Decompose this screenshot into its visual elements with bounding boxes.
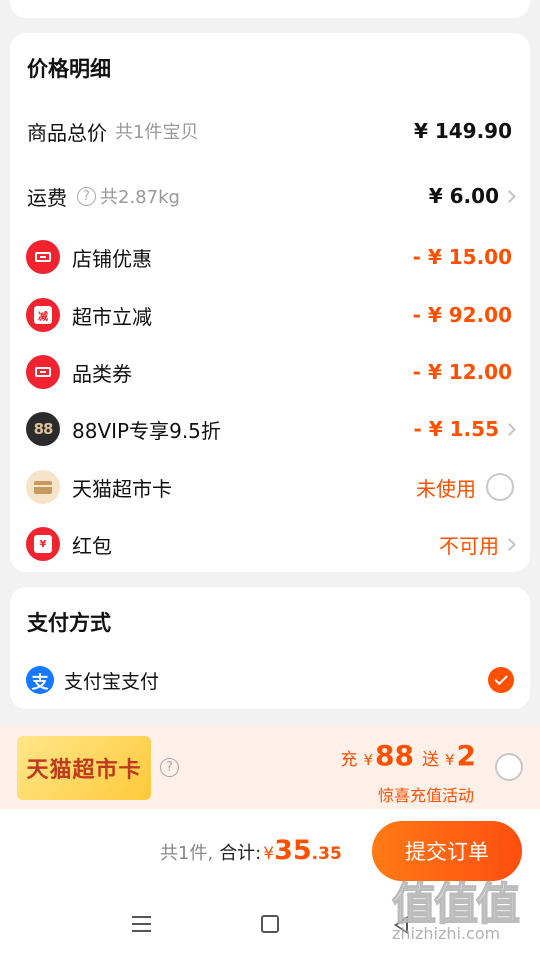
goods-total-value: ¥ 149.90: [413, 119, 512, 143]
vip-discount-value: - ¥ 1.55: [413, 417, 516, 441]
promo-offer: 充 ¥ 88 送 ¥ 2: [340, 739, 476, 772]
goods-total-row: 商品总价 共1件宝贝 ¥ 149.90: [10, 106, 530, 156]
ticket-icon: [26, 355, 60, 389]
reduce-icon: 减: [26, 298, 60, 332]
alipay-option[interactable]: 支 支付宝支付: [10, 655, 530, 705]
store-discount-label: 店铺优惠: [72, 246, 152, 271]
shipping-label: 运费: [27, 185, 67, 210]
category-coupon-label: 品类券: [72, 361, 132, 386]
charge-label: 充: [340, 750, 358, 770]
red-packet-label: 红包: [72, 533, 112, 558]
red-packet-icon: ¥: [26, 527, 60, 561]
gift-amount: 2: [456, 739, 476, 772]
vip88-icon: 88: [26, 412, 60, 446]
goods-total-count: 共1件宝贝: [115, 122, 199, 143]
ticket-icon: [26, 240, 60, 274]
store-discount-row: 店铺优惠 - ¥ 15.00: [10, 232, 530, 282]
item-count: 共1件,: [160, 843, 214, 864]
watermark-url: zhizhizhi.com: [392, 924, 501, 943]
promo-radio[interactable]: [495, 753, 523, 781]
tmall-card-status-text: 未使用: [416, 476, 476, 501]
charge-amount: 88: [375, 739, 414, 772]
order-summary: 共1件, 合计: ¥ 35 .35: [160, 835, 342, 866]
previous-card-bottom: [10, 0, 530, 18]
home-icon[interactable]: [261, 915, 279, 933]
payment-title: 支付方式: [27, 611, 111, 635]
watermark-logo: 值值值: [391, 878, 521, 931]
market-reduce-label: 超市立减: [72, 304, 152, 329]
promo-subtitle: 惊喜充值活动: [377, 786, 474, 805]
shipping-amount: ¥ 6.00: [428, 184, 499, 208]
tmall-card-status: 未使用: [416, 473, 514, 502]
help-icon[interactable]: ?: [160, 758, 179, 777]
total-integer: 35: [274, 835, 312, 866]
tmall-card-label: 天猫超市卡: [72, 476, 172, 501]
tmall-card-radio[interactable]: [486, 473, 514, 501]
vip-discount-row[interactable]: 88 88VIP专享9.5折 - ¥ 1.55: [10, 404, 530, 454]
total-decimal: .35: [311, 844, 342, 864]
alipay-icon: 支: [26, 666, 54, 694]
menu-icon[interactable]: [132, 916, 151, 932]
tmall-card-row[interactable]: 天猫超市卡 未使用: [10, 462, 530, 512]
chevron-right-icon: [503, 189, 516, 203]
shipping-value: ¥ 6.00: [428, 184, 516, 208]
watermark: 值值值 zhizhizhi.com: [388, 868, 538, 950]
store-discount-value: - ¥ 15.00: [412, 245, 512, 269]
vip-discount-amount: - ¥ 1.55: [413, 417, 500, 441]
gift-label: 送: [421, 750, 439, 770]
vip-discount-label: 88VIP专享9.5折: [72, 418, 221, 443]
payment-card: 支付方式 支 支付宝支付: [10, 587, 530, 709]
alipay-label: 支付宝支付: [64, 670, 160, 693]
shipping-row[interactable]: 运费 ? 共2.87kg ¥ 6.00: [10, 171, 530, 221]
category-coupon-value: - ¥ 12.00: [412, 360, 512, 384]
category-coupon-row: 品类券 - ¥ 12.00: [10, 347, 530, 397]
market-reduce-row: 减 超市立减 - ¥ 92.00: [10, 290, 530, 340]
card-icon: [26, 470, 60, 504]
total-yen: ¥: [263, 844, 275, 864]
total-label: 合计:: [219, 843, 262, 864]
price-detail-title: 价格明细: [27, 57, 111, 81]
price-detail-card: 价格明细 商品总价 共1件宝贝 ¥ 149.90 运费 ? 共2.87kg ¥ …: [10, 33, 530, 572]
tmall-card-badge: 天猫超市卡: [17, 736, 151, 800]
tmall-card-promo[interactable]: 天猫超市卡 ? 充 ¥ 88 送 ¥ 2 惊喜充值活动: [0, 727, 540, 809]
shipping-weight: 共2.87kg: [100, 187, 180, 208]
red-packet-status-text: 不可用: [439, 533, 499, 558]
alipay-checked-radio[interactable]: [488, 667, 514, 693]
chevron-right-icon: [503, 422, 516, 436]
help-icon[interactable]: ?: [77, 186, 96, 206]
charge-yen: ¥: [363, 751, 373, 769]
goods-total-label: 商品总价: [27, 120, 107, 145]
red-packet-row[interactable]: ¥ 红包 不可用: [10, 519, 530, 569]
chevron-right-icon: [503, 537, 516, 551]
gift-yen: ¥: [444, 751, 455, 769]
market-reduce-value: - ¥ 92.00: [412, 303, 512, 327]
red-packet-status: 不可用: [439, 530, 516, 559]
